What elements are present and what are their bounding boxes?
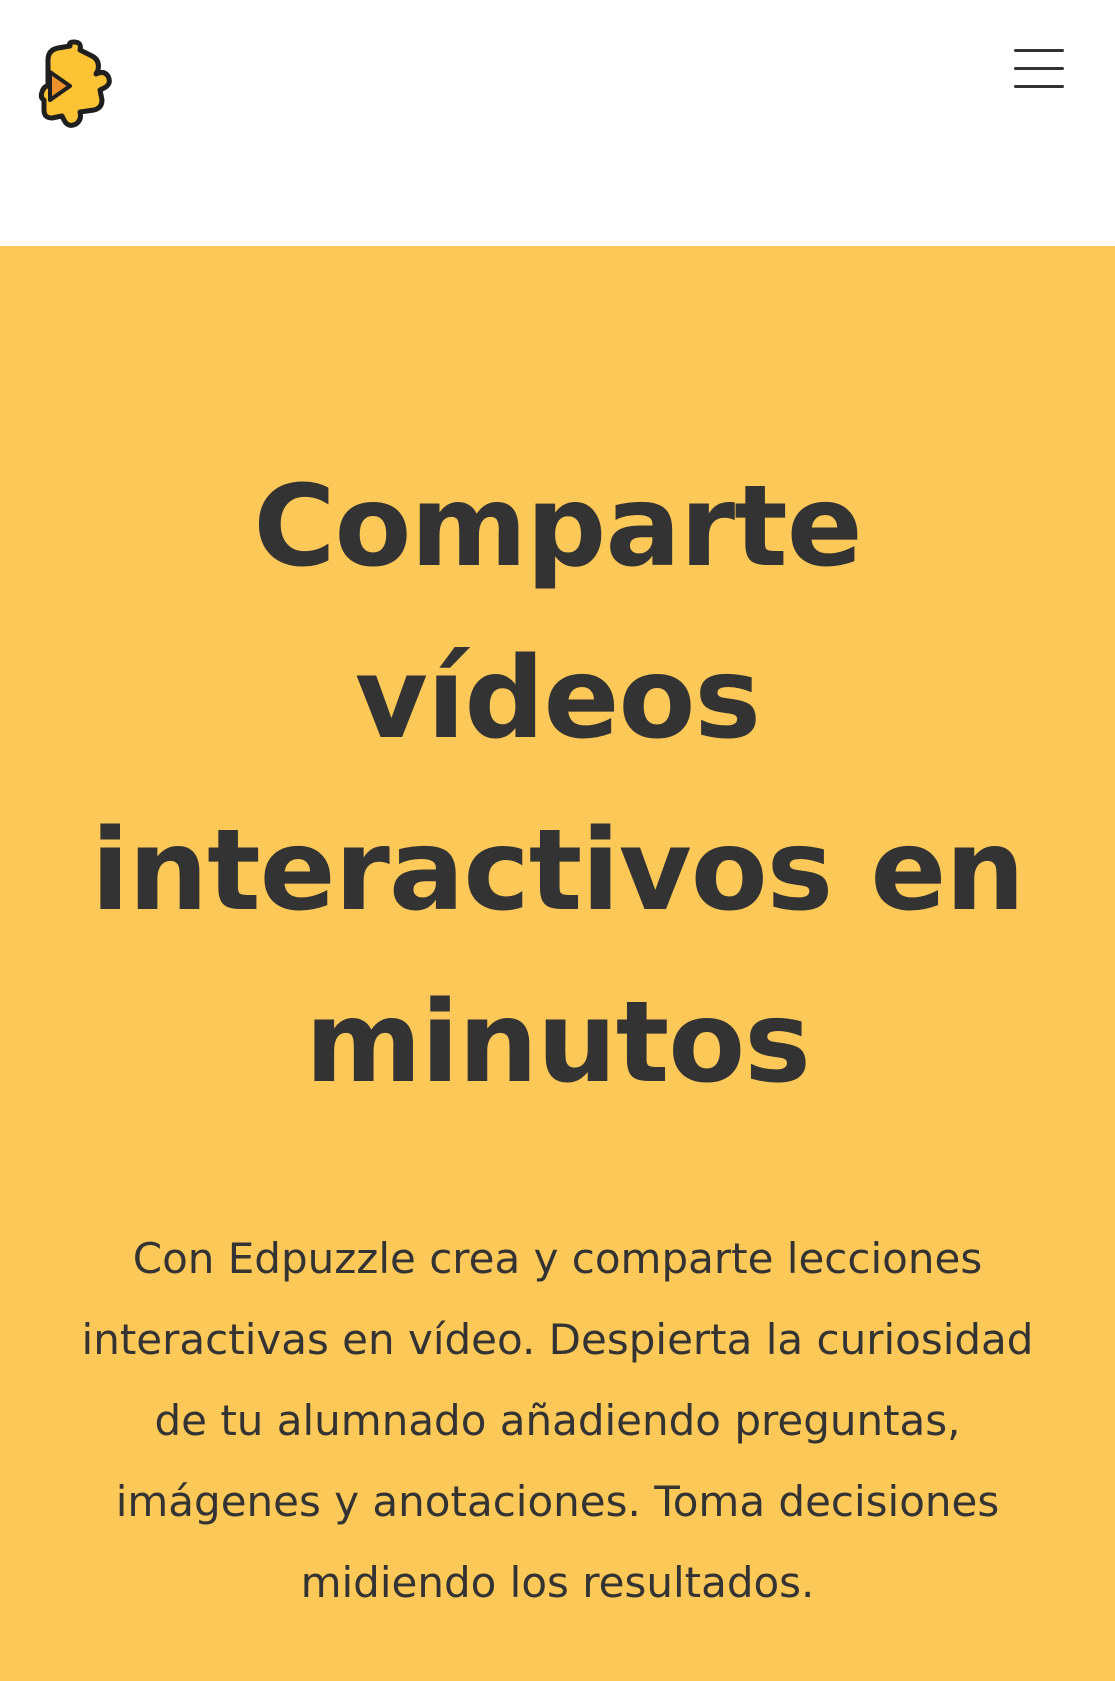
hero-description: Con Edpuzzle crea y comparte lecciones i… xyxy=(81,1234,1034,1607)
hero-title: Comparte vídeos interactivos en minutos xyxy=(90,462,1025,1108)
hamburger-menu-button[interactable] xyxy=(1008,44,1064,96)
page: Comparte vídeos interactivos en minutos … xyxy=(0,0,1115,1681)
menu-icon-bar xyxy=(1014,49,1064,52)
edpuzzle-logo-icon xyxy=(38,39,112,128)
site-header xyxy=(0,0,1115,246)
menu-icon-bar xyxy=(1014,67,1064,70)
menu-icon-bar xyxy=(1014,85,1064,88)
home-logo-link[interactable] xyxy=(36,36,114,128)
hero-section: Comparte vídeos interactivos en minutos … xyxy=(0,246,1115,1681)
